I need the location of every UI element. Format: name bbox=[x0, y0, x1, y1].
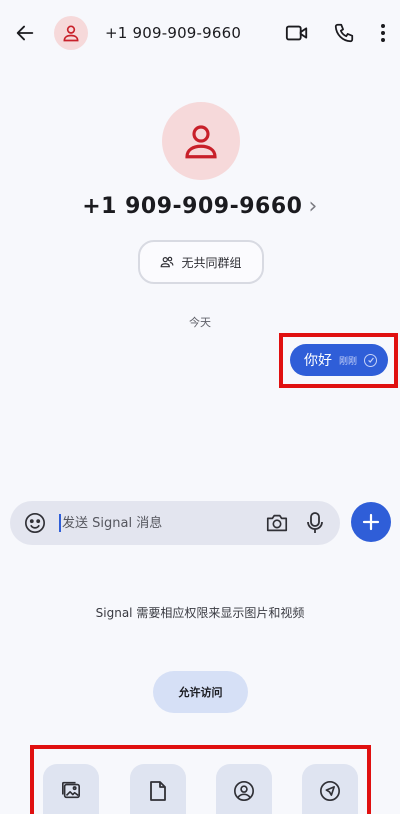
message-input[interactable] bbox=[62, 509, 252, 537]
contact-share-button[interactable] bbox=[216, 764, 272, 814]
emoji-icon[interactable] bbox=[23, 511, 47, 535]
message-text: 你好 bbox=[304, 353, 332, 369]
gallery-icon bbox=[62, 781, 80, 799]
contact-avatar[interactable] bbox=[54, 16, 88, 50]
common-groups-button[interactable]: 无共同群组 bbox=[138, 240, 264, 284]
video-call-icon[interactable] bbox=[284, 21, 310, 45]
phone-icon[interactable] bbox=[331, 20, 357, 46]
message-time: 刚刚 bbox=[339, 356, 358, 367]
add-attachment-button[interactable] bbox=[351, 502, 391, 542]
date-divider: 今天 bbox=[189, 316, 211, 329]
back-arrow-icon[interactable] bbox=[12, 20, 38, 46]
more-vertical-icon[interactable] bbox=[374, 20, 392, 46]
outgoing-message-bubble[interactable]: 你好 刚刚 bbox=[290, 344, 388, 376]
message-composer bbox=[10, 501, 340, 545]
location-icon bbox=[320, 781, 340, 801]
gallery-button[interactable] bbox=[43, 764, 99, 814]
contact-icon bbox=[234, 781, 254, 801]
person-icon bbox=[185, 125, 217, 159]
allow-access-button[interactable]: 允许访问 bbox=[153, 671, 248, 713]
sent-check-icon bbox=[364, 353, 378, 367]
camera-icon[interactable] bbox=[264, 511, 290, 535]
groups-label: 无共同群组 bbox=[181, 255, 242, 270]
person-icon bbox=[63, 25, 79, 42]
conversation-title[interactable]: +1 909-909-9660 bbox=[105, 24, 241, 42]
group-icon bbox=[161, 256, 174, 268]
top-bar: +1 909-909-9660 bbox=[0, 0, 400, 68]
text-cursor bbox=[59, 514, 61, 532]
file-icon bbox=[150, 781, 166, 801]
plus-icon bbox=[362, 513, 380, 531]
file-button[interactable] bbox=[130, 764, 186, 814]
microphone-icon[interactable] bbox=[305, 510, 325, 536]
permission-message: Signal 需要相应权限来显示图片和视频 bbox=[95, 606, 305, 620]
contact-name: +1 909-909-9660 bbox=[82, 194, 303, 219]
contact-name-row[interactable]: +1 909-909-9660 › bbox=[0, 194, 400, 219]
location-button[interactable] bbox=[302, 764, 358, 814]
chevron-right-icon: › bbox=[308, 194, 318, 219]
contact-avatar-large bbox=[162, 102, 240, 180]
